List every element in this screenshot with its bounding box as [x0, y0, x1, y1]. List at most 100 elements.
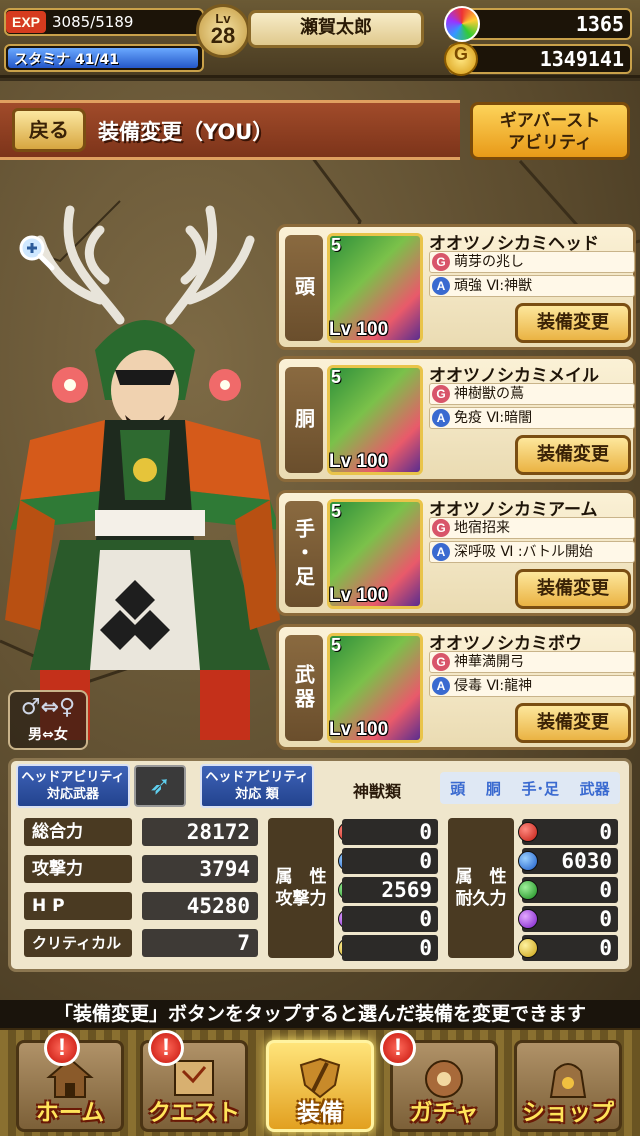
gear-skill-row: G 地宿招来 [429, 517, 635, 539]
gem-value: 1365 [575, 12, 624, 36]
filter-head[interactable]: 頭 [450, 778, 465, 799]
stat-label-critical: クリティカル [24, 929, 132, 957]
filter-arms[interactable]: 手･足 [522, 778, 560, 799]
gearburst-ability-button[interactable]: ギアバースト アビリティ [470, 102, 630, 160]
nav-gacha-label: ガチャ [409, 1100, 479, 1126]
exp-value: 3085/5189 [52, 13, 134, 31]
equip-change-button[interactable]: 装備変更 [515, 703, 631, 743]
equip-change-button[interactable]: 装備変更 [515, 569, 631, 609]
equip-level: Lv 100 [329, 319, 389, 340]
ability-skill-row: A 免疫 Ⅵ:暗闇 [429, 407, 635, 429]
equip-level: Lv 100 [329, 585, 389, 606]
ability-badge-icon: A [432, 543, 450, 561]
ability-badge-icon: A [432, 409, 450, 427]
filter-body[interactable]: 胴 [486, 778, 501, 799]
dark-orb-icon [518, 909, 538, 929]
slot-filter: 頭 胴 手･足 武器 [440, 772, 620, 804]
hint-ticker: 「装備変更」ボタンをタップすると選んだ装備を変更できます [0, 1000, 640, 1028]
ability-badge-icon: A [432, 677, 450, 695]
gear-skill-row: G 神華満開弓 [429, 651, 635, 673]
defense-attr-header: 属 性 耐久力 [448, 818, 514, 958]
head-ability-weapon-line1: ヘッドアビリティ [21, 770, 125, 785]
quest-alert-badge: ! [148, 1030, 184, 1066]
equip-level: Lv 100 [329, 451, 389, 472]
nav-home-label: ホーム [35, 1100, 105, 1126]
light-orb-icon [518, 938, 538, 958]
slot-label: 手・足 [285, 501, 323, 607]
nav-equip-button[interactable]: 装備 [266, 1040, 374, 1132]
gender-toggle-label: 男⇔女 [28, 727, 68, 743]
zoom-icon[interactable] [16, 232, 56, 272]
defense-attr-label-2: 耐久力 [455, 889, 507, 909]
slot-label: 武器 [285, 635, 323, 741]
home-alert-badge: ! [44, 1030, 80, 1066]
slot-label: 胴 [285, 367, 323, 473]
equip-change-button[interactable]: 装備変更 [515, 303, 631, 343]
gacha-alert-badge: ! [380, 1030, 416, 1066]
attack-attr-light: 0 [342, 935, 438, 961]
water-orb-icon [518, 851, 538, 871]
head-ability-type-line1: ヘッドアビリティ [205, 770, 309, 785]
equip-card-weapon: 武器 5 Lv 100 オオツノシカミボウ G 神華満開弓 A 侵毒 Ⅵ:龍神 装備… [276, 624, 636, 750]
stat-value-critical: 7 [142, 929, 258, 957]
bow-icon: ➶ [134, 765, 186, 807]
wood-orb-icon [518, 880, 538, 900]
attack-attr-label-2: 攻撃力 [275, 889, 327, 909]
attack-attr-label-1: 属 性 [275, 867, 327, 887]
fire-orb-icon [518, 822, 538, 842]
gearburst-label-2: アビリティ [508, 133, 592, 153]
gear-skill: 地宿招来 [454, 520, 510, 536]
stamina-label: スタミナ [14, 52, 70, 68]
ability-badge-icon: A [432, 277, 450, 295]
ability-skill-row: A 深呼吸 Ⅵ :バトル開始 [429, 541, 635, 563]
level-badge: Lv 28 [196, 4, 250, 58]
gender-swap-icon: ♂⇔♀ [20, 695, 76, 720]
coin-value: 1349141 [539, 47, 624, 71]
gear-skill-badge-icon: G [432, 253, 450, 271]
rarity-star: 5 [331, 367, 342, 387]
stat-label-attack: 攻撃力 [24, 855, 132, 883]
head-ability-weapon-tag: ヘッドアビリティ 対応武器 [16, 764, 130, 808]
attack-attr-wood: 2569 [342, 877, 438, 903]
attack-attr-fire: 0 [342, 819, 438, 845]
ability-skill: 免疫 Ⅵ:暗闇 [454, 410, 533, 426]
nav-shop-button[interactable]: ショップ [514, 1040, 622, 1132]
rarity-star: 5 [331, 635, 342, 655]
character-model[interactable] [0, 200, 280, 750]
ability-type-value: 神獣類 [352, 782, 401, 801]
gear-skill: 萌芽の兆し [454, 254, 524, 270]
stamina-value: スタミナ 41/41 [14, 49, 119, 69]
gear-skill-row: G 萌芽の兆し [429, 251, 635, 273]
exp-label: EXP [6, 11, 46, 33]
gearburst-label-1: ギアバースト [499, 111, 601, 131]
attack-attr-header: 属 性 攻撃力 [268, 818, 334, 958]
gear-skill-badge-icon: G [432, 385, 450, 403]
attack-attr-water: 0 [342, 848, 438, 874]
back-button[interactable]: 戻る [12, 108, 86, 152]
head-ability-type-line2: 対応 類 [235, 787, 279, 802]
page-title: 装備変更（YOU） [98, 120, 274, 144]
filter-weapon[interactable]: 武器 [580, 778, 610, 799]
stat-label-hp: H P [24, 892, 132, 920]
slot-label: 頭 [285, 235, 323, 341]
gender-toggle-button[interactable]: ♂⇔♀ 男⇔女 [8, 690, 88, 750]
coin-icon: G [444, 42, 478, 76]
ability-skill: 深呼吸 Ⅵ :バトル開始 [454, 544, 593, 560]
rarity-star: 5 [331, 235, 342, 255]
ability-skill-row: A 頑強 Ⅵ:神獣 [429, 275, 635, 297]
ability-skill-row: A 侵毒 Ⅵ:龍神 [429, 675, 635, 697]
equip-card-head: 頭 5 Lv 100 オオツノシカミヘッド G 萌芽の兆し A 頑強 Ⅵ:神獣 装備… [276, 224, 636, 350]
nav-shop-label: ショップ [522, 1100, 614, 1126]
ability-skill: 頑強 Ⅵ:神獣 [454, 278, 533, 294]
gear-skill: 神華満開弓 [454, 654, 524, 670]
stat-label-total: 総合力 [24, 818, 132, 846]
stat-value-attack: 3794 [142, 855, 258, 883]
player-name[interactable]: 瀬賀太郎 [248, 10, 424, 48]
stat-value-total: 28172 [142, 818, 258, 846]
equip-change-button[interactable]: 装備変更 [515, 435, 631, 475]
defense-attr-label-1: 属 性 [455, 867, 507, 887]
head-ability-type-tag: ヘッドアビリティ 対応 類 [200, 764, 314, 808]
gear-skill-row: G 神樹獣の蔦 [429, 383, 635, 405]
level-value: 28 [210, 23, 236, 48]
gem-icon [444, 6, 480, 42]
